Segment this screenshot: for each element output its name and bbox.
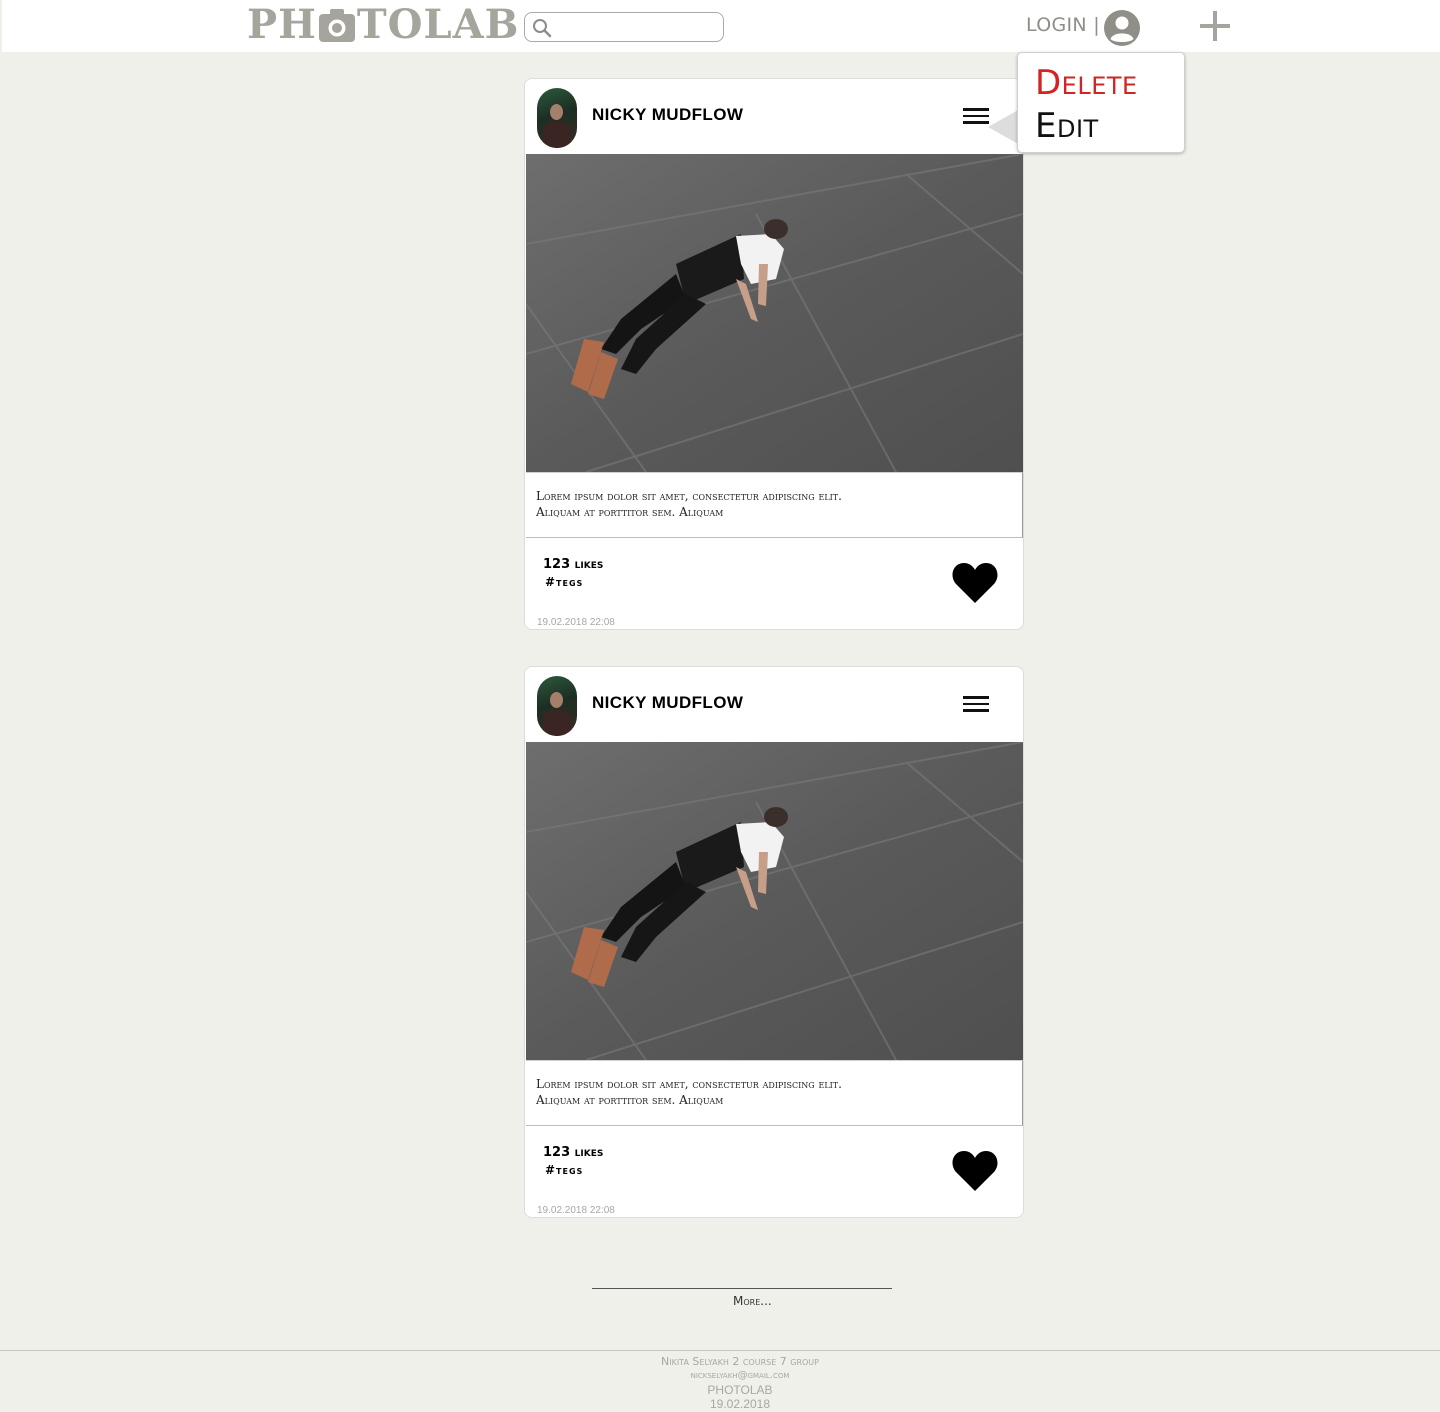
post-photo — [526, 154, 1023, 472]
edit-menu-item[interactable]: Edit — [1035, 106, 1099, 146]
post-tags[interactable]: #tegs — [545, 575, 583, 589]
footer: Nikita Selyakh 2 course 7 group nicksely… — [540, 1355, 940, 1411]
camera-icon — [318, 6, 356, 44]
footer-brand: PHOTOLAB — [707, 1383, 773, 1397]
avatar[interactable] — [537, 88, 577, 148]
post-card: NICKY MUDFLOW Lorem ipsum dolor sit amet… — [524, 666, 1024, 1218]
post-tags[interactable]: #tegs — [545, 1163, 583, 1177]
hamburger-menu-icon[interactable] — [963, 696, 989, 716]
post-options-dropdown: Delete Edit — [1017, 52, 1185, 153]
hamburger-menu-icon[interactable] — [963, 108, 989, 128]
footer-author: Nikita Selyakh 2 course 7 group — [660, 1355, 819, 1368]
post-photo — [526, 742, 1023, 1060]
post-caption: Lorem ipsum dolor sit amet, consectetur … — [536, 489, 842, 519]
footer-divider — [0, 1350, 1440, 1351]
post-card: NICKY MUDFLOW Lorem ipsum dolor sit amet… — [524, 78, 1024, 630]
likes-count: 123 likes — [543, 557, 604, 572]
post-caption: Lorem ipsum dolor sit amet, consectetur … — [536, 1077, 842, 1107]
post-date: 19.02.2018 22:08 — [537, 617, 615, 628]
delete-menu-item[interactable]: Delete — [1035, 63, 1138, 103]
heart-icon[interactable] — [951, 1149, 999, 1197]
login-link[interactable]: LOGIN | — [1026, 14, 1100, 36]
likes-count: 123 likes — [543, 1145, 604, 1160]
search-icon — [533, 19, 552, 38]
post-author[interactable]: NICKY MUDFLOW — [592, 693, 743, 713]
post-date: 19.02.2018 22:08 — [537, 1205, 615, 1216]
search-input[interactable] — [555, 15, 719, 39]
logo-text-right: TOLAB — [356, 0, 520, 48]
search-box[interactable] — [524, 12, 724, 42]
caption-box: Lorem ipsum dolor sit amet, consectetur … — [526, 472, 1023, 538]
add-photo-button[interactable] — [1198, 9, 1232, 47]
footer-email: nickselyakh@gmail.com — [690, 1370, 790, 1381]
more-divider — [592, 1288, 892, 1289]
caption-box: Lorem ipsum dolor sit amet, consectetur … — [526, 1060, 1023, 1126]
logo-text-left: PH — [247, 0, 317, 48]
avatar[interactable] — [537, 676, 577, 736]
top-bar: PH TOLAB LOGIN | — [2, 0, 1440, 52]
logo[interactable]: PH TOLAB — [247, 0, 520, 48]
footer-date: 19.02.2018 — [709, 1397, 771, 1411]
more-link[interactable]: More... — [733, 1294, 772, 1308]
post-author[interactable]: NICKY MUDFLOW — [592, 105, 743, 125]
dropdown-pointer — [988, 110, 1018, 144]
user-circle-icon[interactable] — [1103, 9, 1141, 51]
heart-icon[interactable] — [951, 561, 999, 609]
plus-icon — [1200, 11, 1230, 41]
